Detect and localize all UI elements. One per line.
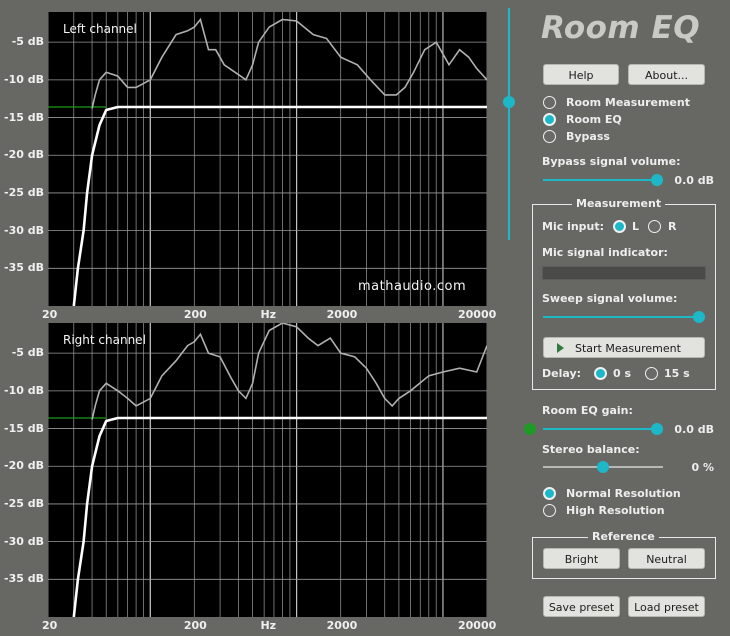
reference-group-title: Reference — [588, 530, 659, 543]
bypass-volume-label: Bypass signal volume: — [542, 155, 681, 168]
delay-0s-radio[interactable] — [594, 367, 607, 380]
delay-0s[interactable]: 0 s — [594, 366, 634, 382]
eq-gain-slider-track — [543, 428, 663, 430]
normal-resolution-option[interactable]: Normal Resolution — [543, 486, 713, 502]
start-measurement-label: Start Measurement — [575, 342, 681, 355]
mic-signal-indicator-label: Mic signal indicator: — [542, 246, 668, 259]
bypass-volume-value: 0.0 dB — [674, 174, 714, 187]
delay-15s[interactable]: 15 s — [645, 366, 695, 382]
bypass-volume-slider[interactable] — [543, 173, 663, 187]
right-channel-plot — [48, 323, 487, 617]
y-tick-label: -30 dB — [4, 223, 44, 237]
room-eq-gain-slider[interactable] — [524, 422, 664, 436]
y-tick-label: -10 dB — [4, 383, 44, 397]
bypass-slider-track — [543, 179, 663, 181]
high-resolution-option[interactable]: High Resolution — [543, 503, 713, 519]
help-button[interactable]: Help — [543, 64, 619, 85]
y-tick-label: -25 dB — [4, 496, 44, 510]
room-eq-gain-value: 0.0 dB — [674, 423, 714, 436]
high-resolution-label: High Resolution — [566, 504, 665, 517]
app-title: Room EQ — [541, 10, 701, 46]
normal-resolution-label: Normal Resolution — [566, 487, 681, 500]
bright-button[interactable]: Bright — [543, 548, 620, 569]
left-channel-svg — [48, 12, 487, 306]
measurement-group-title: Measurement — [572, 197, 666, 210]
mic-input-left[interactable]: L — [613, 219, 645, 235]
right-channel-title: Right channel — [63, 333, 146, 347]
delay-0s-label: 0 s — [613, 367, 632, 380]
watermark-text: mathaudio.com — [358, 279, 467, 294]
vertical-volume-slider[interactable] — [503, 8, 515, 240]
neutral-button[interactable]: Neutral — [628, 548, 705, 569]
y-tick-label: -20 dB — [4, 459, 44, 473]
bypass-label: Bypass — [566, 130, 610, 143]
mode-bypass[interactable]: Bypass — [543, 129, 713, 145]
y-tick-label: -5 dB — [11, 35, 44, 49]
x-tick-label: Hz — [260, 619, 277, 632]
mode-room-eq[interactable]: Room EQ — [543, 112, 713, 128]
stereo-balance-value: 0 % — [691, 461, 714, 474]
bypass-slider-knob[interactable] — [651, 174, 663, 186]
save-preset-button[interactable]: Save preset — [543, 596, 620, 617]
right-channel-svg — [48, 323, 487, 617]
about-button[interactable]: About... — [628, 64, 705, 85]
y-tick-label: -25 dB — [4, 185, 44, 199]
eq-gain-slider-knob[interactable] — [651, 423, 663, 435]
bypass-radio[interactable] — [543, 130, 556, 143]
y-tick-label: -35 dB — [4, 572, 44, 586]
vertical-slider-knob[interactable] — [503, 96, 515, 108]
mic-right-label: R — [668, 220, 677, 233]
mic-input-right[interactable]: R — [648, 219, 680, 235]
y-tick-label: -5 dB — [11, 346, 44, 360]
x-tick-label: 20 — [42, 619, 58, 632]
y-tick-label: -10 dB — [4, 72, 44, 86]
room-eq-label: Room EQ — [566, 113, 622, 126]
mic-input-label: Mic input: — [542, 220, 605, 233]
left-channel-title: Left channel — [63, 22, 137, 36]
left-green-indicator — [524, 423, 536, 435]
x-tick-label: 20 — [42, 308, 58, 321]
y-tick-label: -20 dB — [4, 148, 44, 162]
delay-15s-radio[interactable] — [645, 367, 658, 380]
y-tick-label: -15 dB — [4, 110, 44, 124]
stereo-balance-slider[interactable] — [543, 460, 663, 474]
stereo-balance-label: Stereo balance: — [542, 443, 640, 456]
vertical-slider-track — [508, 8, 510, 240]
delay-label: Delay: — [542, 367, 582, 380]
sweep-volume-slider[interactable] — [543, 310, 705, 324]
x-tick-label: Hz — [260, 308, 277, 321]
normal-resolution-radio[interactable] — [543, 487, 556, 500]
y-tick-label: -15 dB — [4, 421, 44, 435]
x-tick-label: 20000 — [458, 619, 497, 632]
x-tick-label: 2000 — [326, 308, 358, 321]
x-tick-label: 20000 — [458, 308, 497, 321]
mic-left-radio[interactable] — [613, 220, 626, 233]
x-tick-label: 200 — [183, 308, 207, 321]
y-tick-label: -35 dB — [4, 261, 44, 275]
sweep-slider-track — [543, 316, 701, 318]
high-resolution-radio[interactable] — [543, 504, 556, 517]
sweep-slider-knob[interactable] — [693, 311, 705, 323]
load-preset-button[interactable]: Load preset — [628, 596, 705, 617]
mic-right-radio[interactable] — [648, 220, 661, 233]
stereo-slider-knob[interactable] — [597, 461, 609, 473]
room-measurement-radio[interactable] — [543, 96, 556, 109]
room-eq-gain-label: Room EQ gain: — [542, 404, 633, 417]
sweep-volume-label: Sweep signal volume: — [542, 292, 678, 305]
delay-15s-label: 15 s — [664, 367, 690, 380]
room-eq-radio[interactable] — [543, 113, 556, 126]
mic-signal-indicator — [542, 266, 706, 280]
mode-room-measurement[interactable]: Room Measurement — [543, 95, 713, 111]
start-measurement-button[interactable]: Start Measurement — [543, 337, 705, 358]
y-tick-label: -30 dB — [4, 534, 44, 548]
x-tick-label: 2000 — [326, 619, 358, 632]
room-measurement-label: Room Measurement — [566, 96, 690, 109]
play-icon — [557, 343, 564, 353]
mic-left-label: L — [632, 220, 640, 233]
left-channel-plot — [48, 12, 487, 306]
x-tick-label: 200 — [183, 619, 207, 632]
